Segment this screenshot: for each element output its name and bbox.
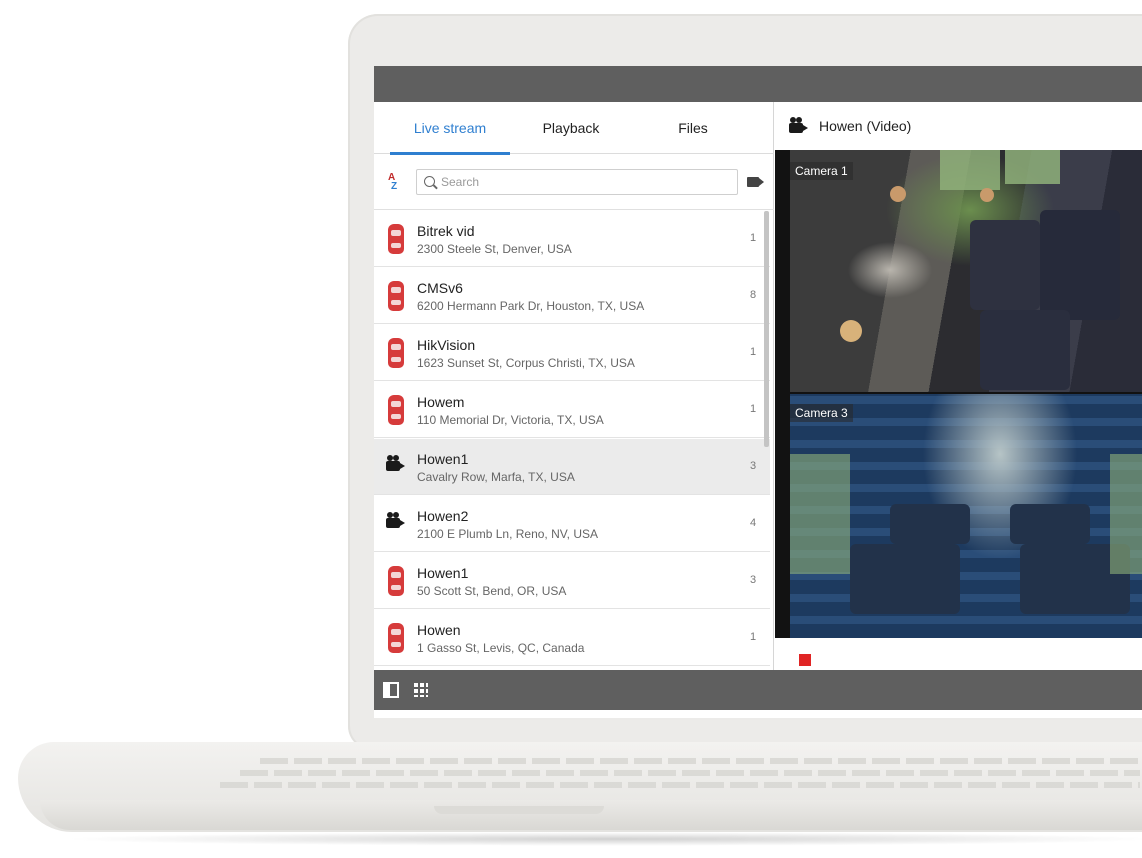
list-item[interactable]: Bitrek vid 2300 Steele St, Denver, USA 1 — [374, 211, 770, 267]
video-panel: Howen (Video) Camera 1 Camera 3 — [775, 102, 1142, 670]
bus-seat — [850, 544, 960, 614]
list-item[interactable]: Howen1 50 Scott St, Bend, OR, USA 3 — [374, 553, 770, 609]
unit-count: 1 — [750, 403, 757, 415]
tab-bar: Live stream Playback Files — [374, 102, 774, 155]
unit-address: 110 Memorial Dr, Victoria, TX, USA — [417, 413, 604, 427]
car-icon — [388, 623, 404, 653]
unit-address: 2100 E Plumb Ln, Reno, NV, USA — [417, 527, 598, 541]
bus-seat — [1040, 210, 1120, 320]
search-box — [416, 169, 738, 195]
camera-label: Camera 1 — [790, 162, 853, 180]
app-screen: Live stream Playback Files A Z Bitrek — [374, 66, 1142, 718]
tab-files[interactable]: Files — [632, 102, 754, 154]
unit-name: CMSv6 — [417, 280, 463, 296]
bus-window — [790, 454, 850, 574]
list-item[interactable]: CMSv6 6200 Hermann Park Dr, Houston, TX,… — [374, 268, 770, 324]
keyboard-row — [240, 770, 1140, 776]
tab-playback[interactable]: Playback — [510, 102, 632, 154]
list-item-selected[interactable]: Howen1 Cavalry Row, Marfa, TX, USA 3 — [374, 439, 770, 495]
unit-address: 2300 Steele St, Denver, USA — [417, 242, 572, 256]
list-item[interactable]: HikVision 1623 Sunset St, Corpus Christi… — [374, 325, 770, 381]
video-filter-icon[interactable] — [747, 177, 759, 187]
video-title: Howen (Video) — [819, 118, 912, 134]
bottom-toolbar — [374, 670, 1142, 710]
unit-name: Howem — [417, 394, 465, 410]
unit-count: 1 — [750, 346, 757, 358]
unit-address: 50 Scott St, Bend, OR, USA — [417, 584, 567, 598]
passenger — [980, 188, 994, 202]
passenger — [890, 186, 906, 202]
car-icon — [388, 395, 404, 425]
sort-z-letter: Z — [391, 181, 398, 192]
keyboard-row — [260, 758, 1140, 764]
unit-address: 6200 Hermann Park Dr, Houston, TX, USA — [417, 299, 645, 313]
video-grid: Camera 1 Camera 3 — [775, 150, 1142, 638]
unit-address: Cavalry Row, Marfa, TX, USA — [417, 470, 575, 484]
tab-live-stream[interactable]: Live stream — [390, 102, 510, 155]
unit-name: Howen1 — [417, 565, 469, 581]
list-scrollbar[interactable] — [764, 211, 769, 447]
car-icon — [388, 224, 404, 254]
unit-count: 1 — [750, 232, 757, 244]
unit-count: 8 — [750, 289, 757, 301]
list-item[interactable]: Howen 1 Gasso St, Levis, QC, Canada 1 — [374, 610, 770, 666]
bus-window — [940, 150, 1000, 190]
unit-count: 3 — [750, 574, 757, 586]
search-row: A Z — [374, 155, 774, 210]
list-item[interactable]: Howem 110 Memorial Dr, Victoria, TX, USA… — [374, 382, 770, 438]
unit-address: 1623 Sunset St, Corpus Christi, TX, USA — [417, 356, 635, 370]
driver — [840, 320, 862, 342]
car-icon — [388, 566, 404, 596]
bus-window — [1005, 150, 1060, 184]
search-input[interactable] — [441, 170, 731, 194]
unit-list: Bitrek vid 2300 Steele St, Denver, USA 1… — [374, 211, 774, 667]
top-toolbar — [374, 66, 1142, 102]
unit-count: 3 — [750, 460, 757, 472]
video-camera-icon — [789, 117, 803, 133]
bus-seat — [970, 220, 1040, 310]
sort-az-icon[interactable]: A Z — [388, 173, 398, 192]
keyboard-row — [220, 782, 1140, 788]
video-camera-icon — [386, 455, 400, 471]
panel-layout-icon[interactable] — [383, 682, 399, 698]
unit-count: 4 — [750, 517, 757, 529]
product-shot: Live stream Playback Files A Z Bitrek — [0, 0, 1142, 858]
camera-feed[interactable]: Camera 3 — [790, 394, 1142, 638]
bus-seat — [1010, 504, 1090, 544]
unit-name: HikVision — [417, 337, 476, 353]
laptop-keyboard — [200, 752, 1142, 798]
unit-name: Bitrek vid — [417, 223, 475, 239]
car-icon — [388, 338, 404, 368]
unit-count: 1 — [750, 631, 757, 643]
list-item[interactable]: Howen2 2100 E Plumb Ln, Reno, NV, USA 4 — [374, 496, 770, 552]
bus-window — [1110, 454, 1142, 574]
bus-seat — [980, 310, 1070, 390]
bus-seat — [890, 504, 970, 544]
video-header: Howen (Video) — [775, 102, 1142, 150]
car-icon — [388, 281, 404, 311]
video-camera-icon — [386, 512, 400, 528]
search-icon — [424, 176, 435, 187]
unit-panel: Live stream Playback Files A Z Bitrek — [374, 102, 774, 670]
laptop-base-front — [40, 800, 1142, 830]
laptop-notch — [434, 806, 604, 814]
camera-label: Camera 3 — [790, 404, 853, 422]
laptop-shadow — [60, 832, 1142, 846]
unit-name: Howen1 — [417, 451, 469, 467]
unit-name: Howen — [417, 622, 461, 638]
camera-feed[interactable]: Camera 1 — [790, 150, 1142, 392]
unit-address: 1 Gasso St, Levis, QC, Canada — [417, 641, 585, 655]
grid-layout-icon[interactable] — [414, 683, 428, 697]
unit-name: Howen2 — [417, 508, 469, 524]
stop-recording-button[interactable] — [799, 654, 811, 666]
